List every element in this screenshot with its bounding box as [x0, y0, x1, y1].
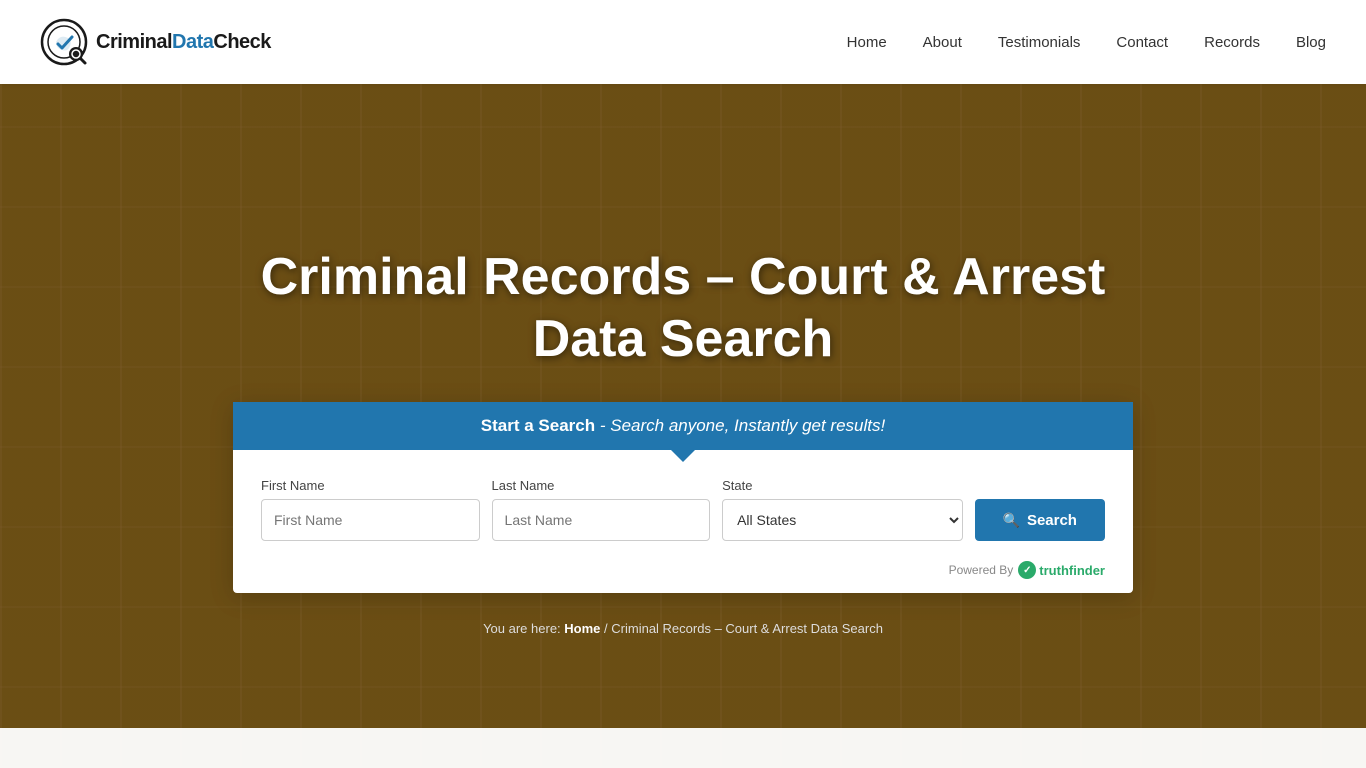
nav-blog[interactable]: Blog	[1296, 34, 1326, 51]
logo-icon	[40, 18, 88, 66]
state-select[interactable]: All StatesAlabamaAlaskaArizonaArkansasCa…	[722, 499, 962, 541]
powered-by-text: Powered By	[949, 563, 1014, 577]
hero-title: Criminal Records – Court & Arrest Data S…	[261, 246, 1106, 371]
search-header-text: Start a Search - Search anyone, Instantl…	[481, 416, 885, 435]
first-name-field-group: First Name	[261, 478, 480, 541]
bottom-strip	[0, 728, 1366, 768]
main-nav: Home About Testimonials Contact Records …	[847, 34, 1326, 51]
truthfinder-icon: ✓	[1018, 561, 1036, 579]
search-header-bar: Start a Search - Search anyone, Instantl…	[233, 402, 1133, 450]
search-button[interactable]: Search	[975, 499, 1105, 541]
breadcrumb-current: Criminal Records – Court & Arrest Data S…	[611, 621, 883, 636]
breadcrumb: You are here: Home / Criminal Records – …	[483, 621, 883, 636]
nav-records[interactable]: Records	[1204, 34, 1260, 51]
breadcrumb-prefix: You are here:	[483, 621, 564, 636]
search-icon	[1003, 512, 1020, 529]
search-button-label: Search	[1027, 512, 1077, 529]
nav-testimonials[interactable]: Testimonials	[998, 34, 1081, 51]
hero-section: Criminal Records – Court & Arrest Data S…	[0, 0, 1366, 768]
logo-text: CriminalDataCheck	[96, 31, 271, 54]
state-field-group: State All StatesAlabamaAlaskaArizonaArka…	[722, 478, 962, 541]
search-fields: First Name Last Name State All StatesAla…	[233, 450, 1133, 561]
site-header: CriminalDataCheck Home About Testimonial…	[0, 0, 1366, 84]
last-name-input[interactable]	[492, 499, 711, 541]
truthfinder-logo: ✓ truthfinder	[1018, 561, 1105, 579]
nav-home[interactable]: Home	[847, 34, 887, 51]
last-name-label: Last Name	[492, 478, 711, 493]
truthfinder-name: truthfinder	[1039, 563, 1105, 578]
first-name-label: First Name	[261, 478, 480, 493]
last-name-field-group: Last Name	[492, 478, 711, 541]
state-label: State	[722, 478, 962, 493]
first-name-input[interactable]	[261, 499, 480, 541]
logo[interactable]: CriminalDataCheck	[40, 18, 271, 66]
hero-content: Criminal Records – Court & Arrest Data S…	[0, 132, 1366, 637]
powered-by: Powered By ✓ truthfinder	[233, 561, 1133, 593]
nav-about[interactable]: About	[923, 34, 962, 51]
nav-contact[interactable]: Contact	[1116, 34, 1168, 51]
search-container: Start a Search - Search anyone, Instantl…	[233, 402, 1133, 593]
breadcrumb-home[interactable]: Home	[564, 621, 600, 636]
